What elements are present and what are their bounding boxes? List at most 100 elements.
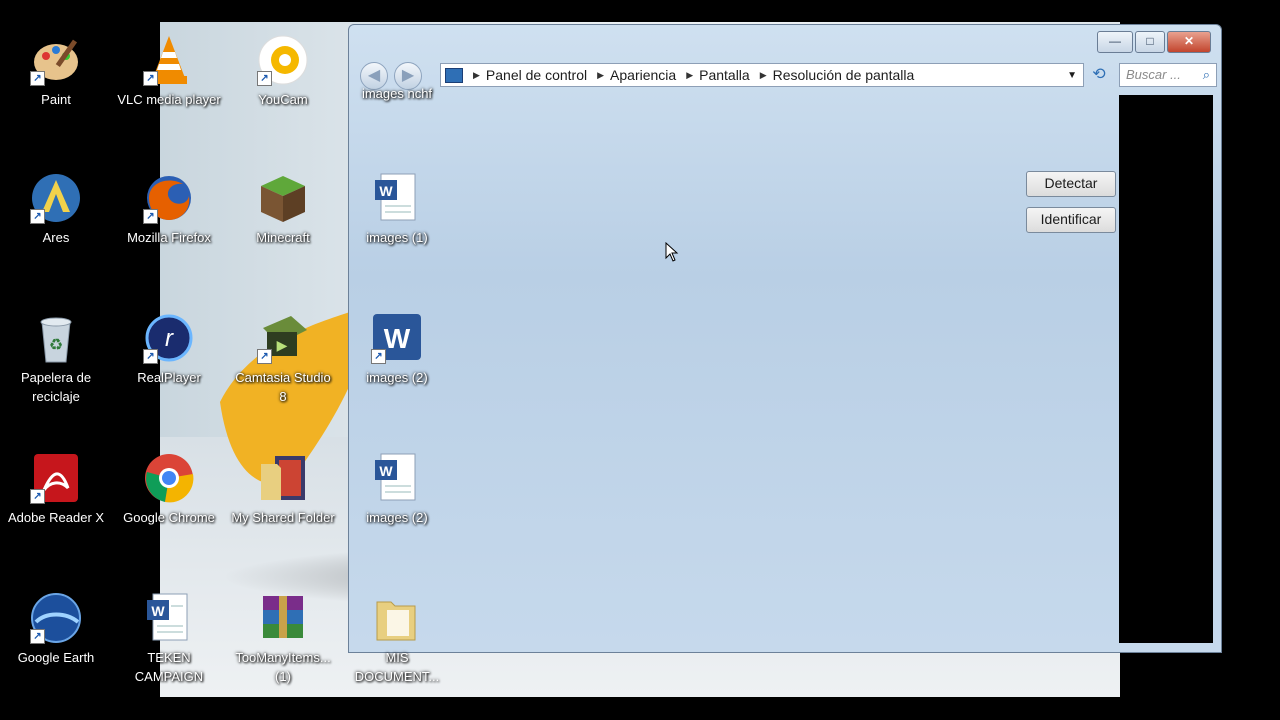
word-document-icon: W — [143, 592, 195, 644]
search-input[interactable]: Buscar ... ⌕ — [1119, 63, 1217, 87]
desktop-icon-label: images (1) — [366, 230, 428, 245]
control-panel-window[interactable]: — □ ✕ ◀ ▶ ▶ Panel de control ▶ Aparienci… — [348, 24, 1222, 653]
paint-icon: ↗ — [30, 34, 82, 86]
svg-text:W: W — [151, 603, 165, 619]
desktop-icon-label: Minecraft — [256, 230, 310, 245]
shortcut-arrow-icon: ↗ — [371, 349, 386, 364]
close-button[interactable]: ✕ — [1167, 31, 1211, 53]
youcam-icon: ↗ — [257, 34, 309, 86]
word-document-icon: W — [371, 452, 423, 504]
identify-button[interactable]: Identificar — [1026, 207, 1116, 233]
search-icon: ⌕ — [1202, 67, 1210, 82]
desktop-icon-label: My Shared Folder — [231, 510, 335, 525]
shared-folder-icon — [257, 452, 309, 504]
vlc-icon: ↗ — [143, 34, 195, 86]
address-bar[interactable]: ▶ Panel de control ▶ Apariencia ▶ Pantal… — [440, 63, 1084, 87]
mouse-pointer-icon — [665, 242, 679, 262]
desktop-icon-realplayer[interactable]: r ↗ RealPlayer — [114, 312, 224, 387]
firefox-icon: ↗ — [143, 172, 195, 224]
svg-text:r: r — [165, 325, 174, 352]
desktop-icon-label: images nchf — [361, 86, 433, 101]
desktop-icon-my-shared-folder[interactable]: My Shared Folder — [228, 452, 338, 527]
breadcrumb-resolucion-de-pantalla[interactable]: Resolución de pantalla — [773, 67, 915, 83]
desktop-icon-label: Google Chrome — [123, 510, 215, 525]
ares-icon: ↗ — [30, 172, 82, 224]
word-document-icon — [371, 52, 423, 80]
detect-button[interactable]: Detectar — [1026, 171, 1116, 197]
desktop-icon-teken-campaign[interactable]: W TEKEN CAMPAIGN — [114, 592, 224, 686]
desktop-icon-label: VLC media player — [117, 92, 221, 107]
desktop-icon-camtasia[interactable]: ▶ ↗ Camtasia Studio 8 — [228, 312, 338, 406]
desktop-icon-label: images (2) — [366, 370, 428, 385]
svg-text:W: W — [379, 463, 393, 479]
desktop-icon-chrome[interactable]: Google Chrome — [114, 452, 224, 527]
desktop-icon-label: RealPlayer — [137, 370, 201, 385]
desktop-icon-vlc[interactable]: ↗ VLC media player — [114, 34, 224, 109]
desktop-icon-images-2-shortcut[interactable]: W ↗ images (2) — [342, 312, 452, 387]
shortcut-arrow-icon: ↗ — [143, 209, 158, 224]
folder-icon — [371, 592, 423, 644]
desktop-icon-images-nchf[interactable]: images nchf — [342, 52, 452, 103]
desktop-icon-label: MIS DOCUMENT... — [354, 650, 440, 684]
desktop-icon-label: Ares — [42, 230, 70, 245]
breadcrumb-separator-icon: ▶ — [597, 69, 605, 80]
svg-text:♻: ♻ — [49, 337, 63, 354]
desktop-icon-label: YouCam — [258, 92, 308, 107]
chevron-down-icon[interactable]: ▼ — [1067, 70, 1077, 81]
desktop-icon-images-2[interactable]: W images (2) — [342, 452, 452, 527]
word-document-icon: W — [371, 172, 423, 224]
breadcrumb-separator-icon: ▶ — [759, 69, 767, 80]
desktop-icon-label: Paint — [41, 92, 71, 107]
desktop-icon-ares[interactable]: ↗ Ares — [1, 172, 111, 247]
side-black-pane — [1119, 95, 1213, 643]
desktop-icon-firefox[interactable]: ↗ Mozilla Firefox — [114, 172, 224, 247]
shortcut-arrow-icon: ↗ — [257, 71, 272, 86]
desktop-icon-label: TooManyItems... (1) — [235, 650, 331, 684]
chrome-icon — [143, 452, 195, 504]
desktop-icon-adobe-reader[interactable]: ↗ Adobe Reader X — [1, 452, 111, 527]
realplayer-icon: r ↗ — [143, 312, 195, 364]
shortcut-arrow-icon: ↗ — [257, 349, 272, 364]
desktop-icon-youcam[interactable]: ↗ YouCam — [228, 34, 338, 109]
maximize-button[interactable]: □ — [1135, 31, 1165, 53]
svg-text:W: W — [384, 323, 411, 354]
desktop-icon-toomanyitems[interactable]: TooManyItems... (1) — [228, 592, 338, 686]
desktop-icon-minecraft[interactable]: Minecraft — [228, 172, 338, 247]
camtasia-icon: ▶ ↗ — [257, 312, 309, 364]
desktop-icon-mis-documentos[interactable]: MIS DOCUMENT... — [342, 592, 452, 686]
word-shortcut-icon: W ↗ — [371, 312, 423, 364]
recycle-bin-icon: ♻ — [30, 312, 82, 364]
shortcut-arrow-icon: ↗ — [30, 489, 45, 504]
shortcut-arrow-icon: ↗ — [30, 629, 45, 644]
breadcrumb-panel-de-control[interactable]: Panel de control — [486, 67, 587, 83]
desktop-icon-label: TEKEN CAMPAIGN — [134, 650, 204, 684]
shortcut-arrow-icon: ↗ — [143, 349, 158, 364]
desktop-icon-label: Google Earth — [17, 650, 95, 665]
google-earth-icon: ↗ — [30, 592, 82, 644]
breadcrumb-pantalla[interactable]: Pantalla — [699, 67, 750, 83]
desktop-icon-label: images (2) — [366, 510, 428, 525]
refresh-icon[interactable]: ⟲ — [1087, 63, 1111, 87]
desktop-icon-label: Mozilla Firefox — [127, 230, 211, 245]
desktop-icon-label: Adobe Reader X — [7, 510, 105, 525]
adobe-reader-icon: ↗ — [30, 452, 82, 504]
desktop-icon-recycle-bin[interactable]: ♻ Papelera de reciclaje — [1, 312, 111, 406]
minimize-button[interactable]: — — [1097, 31, 1133, 53]
svg-text:▶: ▶ — [277, 337, 288, 353]
breadcrumb-separator-icon: ▶ — [686, 69, 694, 80]
shortcut-arrow-icon: ↗ — [30, 209, 45, 224]
minecraft-icon — [257, 172, 309, 224]
shortcut-arrow-icon: ↗ — [143, 71, 158, 86]
desktop-icon-label: Camtasia Studio 8 — [235, 370, 331, 404]
breadcrumb-separator-icon: ▶ — [473, 69, 480, 80]
winrar-icon — [257, 592, 309, 644]
window-content: Detectar Identificar — [357, 95, 1118, 646]
shortcut-arrow-icon: ↗ — [30, 71, 45, 86]
desktop-icon-paint[interactable]: ↗ Paint — [1, 34, 111, 109]
breadcrumb-apariencia[interactable]: Apariencia — [610, 67, 676, 83]
desktop-icon-google-earth[interactable]: ↗ Google Earth — [1, 592, 111, 667]
desktop-icon-images-1[interactable]: W images (1) — [342, 172, 452, 247]
desktop-icon-label: Papelera de reciclaje — [20, 370, 92, 404]
svg-text:W: W — [379, 183, 393, 199]
search-placeholder: Buscar ... — [1126, 67, 1181, 82]
